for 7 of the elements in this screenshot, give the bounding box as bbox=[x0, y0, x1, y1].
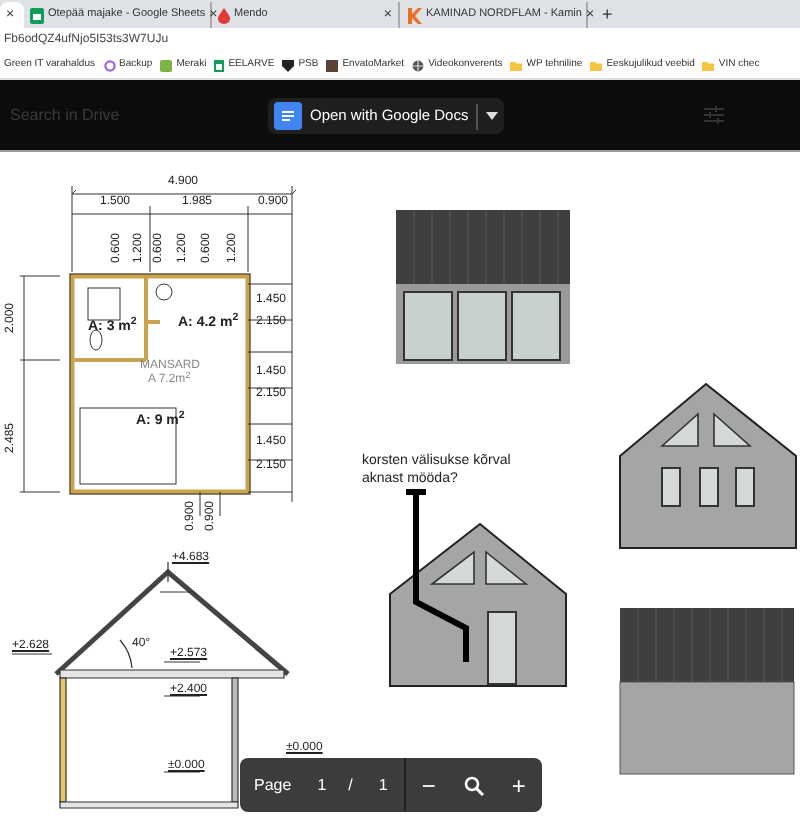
page-separator: / bbox=[346, 773, 355, 797]
page-number-field[interactable]: 1 bbox=[305, 773, 339, 797]
zoom-out-button[interactable]: − bbox=[405, 767, 452, 803]
zoom-in-button[interactable]: + bbox=[495, 767, 542, 803]
page-label: Page bbox=[252, 773, 294, 797]
new-tab-button[interactable]: + bbox=[596, 2, 619, 28]
page-total: 1 bbox=[376, 773, 390, 797]
